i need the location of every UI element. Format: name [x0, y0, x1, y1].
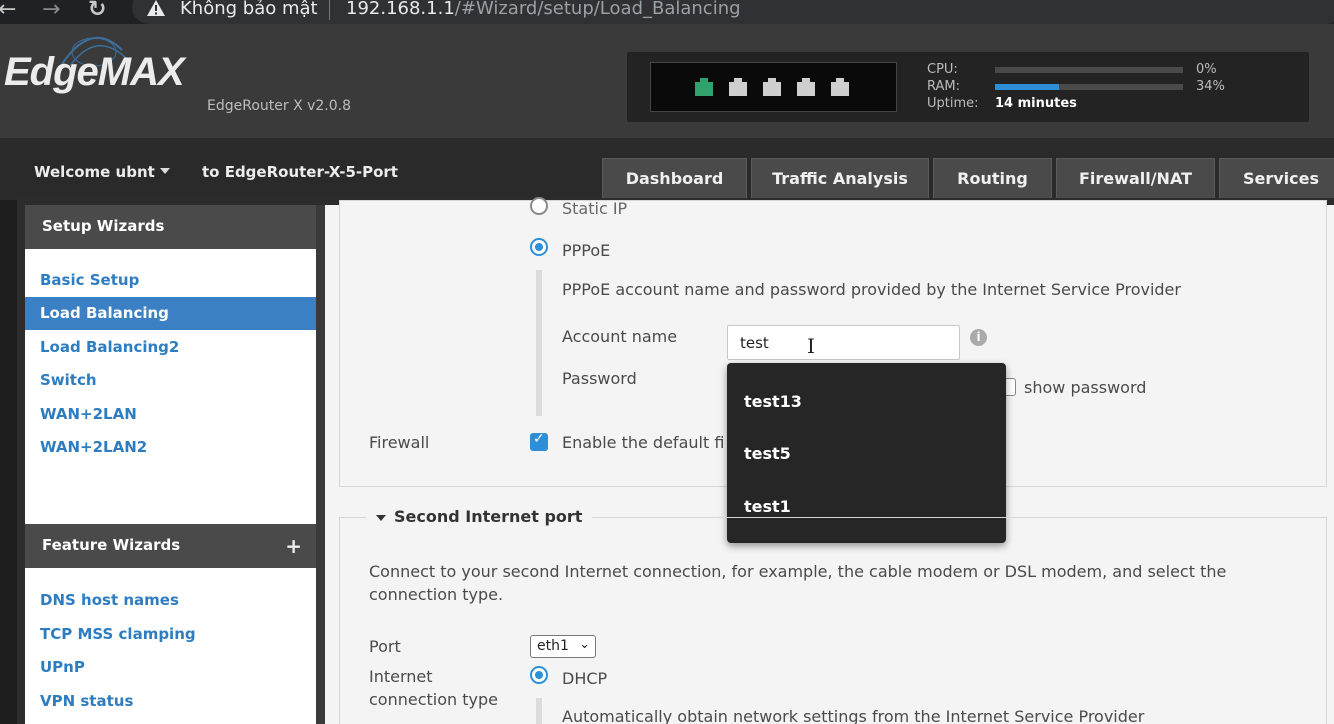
- port-select[interactable]: eth1 ⌄: [530, 635, 596, 658]
- reload-icon[interactable]: ↻: [88, 0, 106, 22]
- feature-wizards-header[interactable]: Feature Wizards +: [25, 524, 316, 568]
- cpu-value: 0%: [1196, 62, 1217, 77]
- welcome-menu[interactable]: Welcome ubnt: [34, 163, 155, 181]
- uptime-label: Uptime:: [927, 96, 979, 111]
- chevron-down-icon: ⌄: [579, 637, 590, 652]
- text-cursor-icon: I: [807, 334, 815, 358]
- router-model: EdgeRouter X v2.0.8: [207, 98, 352, 114]
- ethernet-port-icon[interactable]: [729, 78, 747, 96]
- tab-dashboard[interactable]: Dashboard: [602, 158, 747, 198]
- url-text[interactable]: 192.168.1.1/#Wizard/setup/Load_Balancing: [346, 0, 741, 19]
- caret-down-icon: [376, 514, 386, 521]
- sidebar-item-wan-2lan[interactable]: WAN+2LAN: [25, 398, 316, 431]
- sidebar-item-upnp[interactable]: UPnP: [25, 651, 316, 684]
- sidebar-item-wan-2lan2[interactable]: WAN+2LAN2: [25, 431, 316, 464]
- sidebar-item-basic-setup[interactable]: Basic Setup: [25, 264, 316, 297]
- ram-value: 34%: [1196, 79, 1225, 94]
- tab-firewall-nat[interactable]: Firewall/NAT: [1056, 158, 1215, 198]
- firewall-text: Enable the default fi: [562, 433, 725, 452]
- ram-bar: [995, 84, 1183, 90]
- show-password-label[interactable]: show password: [1024, 378, 1146, 397]
- setup-wizards-header: Setup Wizards: [25, 205, 316, 249]
- info-icon[interactable]: i: [970, 329, 987, 346]
- url-host: 192.168.1.1: [346, 0, 455, 19]
- dhcp-description: Automatically obtain network settings fr…: [562, 707, 1145, 724]
- ethernet-port-icon[interactable]: [797, 78, 815, 96]
- second-port-description-cont: connection type.: [369, 585, 504, 604]
- second-port-toggle[interactable]: Second Internet port: [366, 507, 593, 526]
- sidebar-item-tcp-mss-clamping[interactable]: TCP MSS clamping: [25, 618, 316, 651]
- pppoe-label: PPPoE: [562, 241, 611, 260]
- password-label: Password: [562, 369, 637, 388]
- ethernet-port-icon[interactable]: [831, 78, 849, 96]
- port-select-value: eth1: [537, 638, 569, 654]
- back-arrow-icon[interactable]: ←: [0, 0, 16, 22]
- cpu-bar: [995, 67, 1183, 73]
- autocomplete-dropdown: test13 test5 test1: [727, 363, 1006, 543]
- static-ip-label: Static IP: [562, 199, 628, 218]
- tab-traffic-analysis[interactable]: Traffic Analysis: [751, 158, 929, 198]
- dhcp-radio[interactable]: [530, 666, 548, 684]
- account-name-label: Account name: [562, 327, 678, 346]
- ram-label: RAM:: [927, 79, 960, 94]
- router-name: to EdgeRouter-X-5-Port: [202, 163, 398, 181]
- tab-routing[interactable]: Routing: [933, 158, 1052, 198]
- cpu-label: CPU:: [927, 62, 958, 77]
- dhcp-group-line: [536, 698, 542, 724]
- port-label: Port: [369, 637, 401, 656]
- connection-type-label-cont: connection type: [369, 690, 498, 709]
- ram-bar-fill: [995, 84, 1059, 90]
- url-path: /#Wizard/setup/Load_Balancing: [454, 0, 741, 19]
- autocomplete-option[interactable]: test13: [744, 392, 802, 411]
- warning-triangle-icon[interactable]: [146, 0, 166, 18]
- uptime-value: 14 minutes: [995, 96, 1077, 111]
- firewall-label: Firewall: [369, 433, 430, 452]
- autocomplete-option[interactable]: test5: [744, 444, 791, 463]
- sidebar-scrollbar[interactable]: [316, 205, 325, 724]
- second-port-title: Second Internet port: [394, 507, 583, 526]
- dhcp-label: DHCP: [562, 669, 608, 688]
- security-status[interactable]: Không bảo mật: [180, 0, 318, 19]
- forward-arrow-icon[interactable]: →: [42, 0, 60, 22]
- connection-type-label: Internet: [369, 667, 433, 686]
- static-ip-radio[interactable]: [530, 197, 548, 215]
- ethernet-port-icon[interactable]: [695, 78, 713, 96]
- tab-services[interactable]: Services: [1219, 158, 1334, 198]
- sidebar-item-load-balancing[interactable]: Load Balancing: [25, 297, 316, 330]
- edgemax-logo: EdgeMAX: [4, 50, 185, 94]
- second-port-description: Connect to your second Internet connecti…: [369, 562, 1227, 581]
- sidebar-item-vpn-status[interactable]: VPN status: [25, 685, 316, 718]
- pppoe-group-line: [536, 270, 542, 416]
- firewall-checkbox[interactable]: [530, 431, 548, 451]
- autocomplete-option[interactable]: test1: [744, 497, 791, 516]
- feature-wizards-title: Feature Wizards: [42, 536, 181, 554]
- sidebar-item-load-balancing2[interactable]: Load Balancing2: [25, 331, 316, 364]
- ethernet-port-icon[interactable]: [763, 78, 781, 96]
- plus-icon[interactable]: +: [285, 534, 302, 558]
- url-separator: [329, 0, 330, 20]
- browser-toolbar: ← → ↻ Không bảo mật 192.168.1.1/#Wizard/…: [0, 0, 1334, 24]
- account-name-input[interactable]: [727, 325, 960, 360]
- sidebar-item-switch[interactable]: Switch: [25, 364, 316, 397]
- pppoe-radio[interactable]: [530, 238, 548, 256]
- chevron-down-icon[interactable]: [160, 168, 170, 174]
- sidebar-item-dns-host-names[interactable]: DNS host names: [25, 584, 316, 617]
- pppoe-description: PPPoE account name and password provided…: [562, 280, 1181, 299]
